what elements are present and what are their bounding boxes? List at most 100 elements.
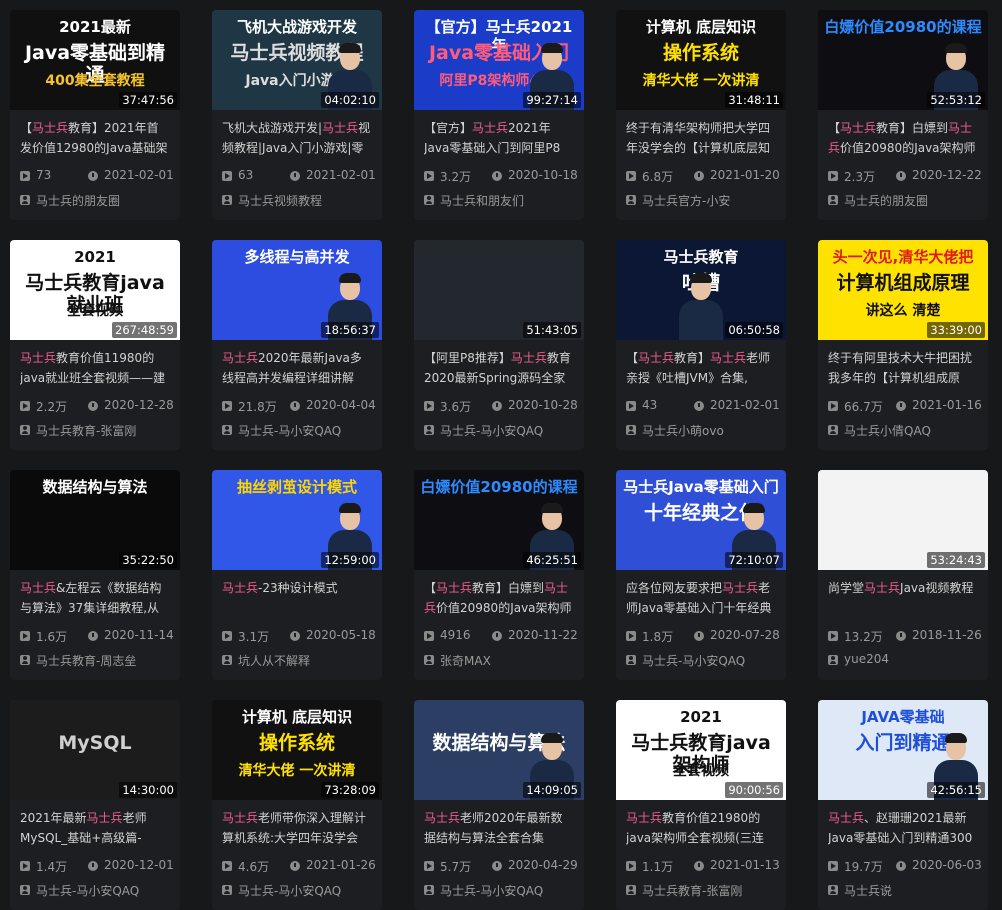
uploader-name[interactable]: 马士兵官方-小安 bbox=[642, 192, 730, 209]
video-title[interactable]: 马士兵教育价值11980的java就业班全套视频——建 bbox=[20, 348, 170, 388]
uploader-name[interactable]: 马士兵说 bbox=[844, 882, 892, 899]
uploader[interactable]: 马士兵小萌ovo bbox=[626, 422, 781, 440]
video-title[interactable]: 【马士兵教育】马士兵老师亲授《吐槽JVM》合集, bbox=[626, 348, 776, 388]
video-card[interactable]: 2021 马士兵教育java就业班 全套视频 267:48:59 马士兵教育价值… bbox=[10, 240, 180, 450]
uploader[interactable]: 马士兵-马小安QAQ bbox=[424, 882, 579, 900]
uploader-name[interactable]: 马士兵小萌ovo bbox=[642, 422, 724, 439]
video-title[interactable]: 【马士兵教育】白嫖到马士兵价值20980的Java架构师 bbox=[424, 578, 574, 618]
uploader-name[interactable]: 马士兵-马小安QAQ bbox=[36, 882, 139, 899]
uploader[interactable]: 马士兵-马小安QAQ bbox=[20, 882, 175, 900]
video-card[interactable]: 2021 马士兵教育java架构师 全套视频 90:00:56 马士兵教育价值2… bbox=[616, 700, 786, 910]
uploader[interactable]: yue204 bbox=[828, 652, 983, 670]
uploader[interactable]: 马士兵-马小安QAQ bbox=[424, 422, 579, 440]
video-title[interactable]: 【官方】马士兵2021年Java零基础入门到阿里P8 bbox=[424, 118, 574, 158]
video-card[interactable]: 计算机 底层知识 操作系统 清华大佬 一次讲清 31:48:11 终于有清华架构… bbox=[616, 10, 786, 220]
video-title[interactable]: 马士兵老师带你深入理解计算机系统:大学四年没学会 bbox=[222, 808, 372, 848]
video-thumbnail[interactable]: 数据结构与算法 14:09:05 bbox=[414, 700, 584, 800]
video-card[interactable]: 头一次见,清华大佬把 计算机组成原理 讲这么 清楚 33:39:00 终于有阿里… bbox=[818, 240, 988, 450]
video-thumbnail[interactable]: 【官方】马士兵2021年 Java零基础入门 阿里P8架构师400 99:27:… bbox=[414, 10, 584, 110]
uploader[interactable]: 马士兵视频教程 bbox=[222, 192, 377, 210]
video-card[interactable]: 数据结构与算法 14:09:05 马士兵老师2020年最新数据结构与算法全套合集… bbox=[414, 700, 584, 910]
uploader[interactable]: 坑人从不解释 bbox=[222, 652, 377, 670]
video-card[interactable]: 白嫖价值20980的课程 46:25:51 【马士兵教育】白嫖到马士兵价值209… bbox=[414, 470, 584, 680]
video-thumbnail[interactable]: 计算机 底层知识 操作系统 清华大佬 一次讲清 31:48:11 bbox=[616, 10, 786, 110]
uploader-name[interactable]: 马士兵的朋友圈 bbox=[36, 192, 120, 209]
uploader[interactable]: 马士兵官方-小安 bbox=[626, 192, 781, 210]
uploader-name[interactable]: 马士兵和朋友们 bbox=[440, 192, 524, 209]
uploader-name[interactable]: 马士兵-马小安QAQ bbox=[238, 882, 341, 899]
video-title[interactable]: 马士兵教育价值21980的java架构师全套视频(三连 bbox=[626, 808, 776, 848]
video-card[interactable]: 数据结构与算法 35:22:50 马士兵&左程云《数据结构与算法》37集详细教程… bbox=[10, 470, 180, 680]
video-card[interactable]: 飞机大战游戏开发 马士兵视频教程 Java入门小游戏 04:02:10 飞机大战… bbox=[212, 10, 382, 220]
uploader[interactable]: 马士兵小倩QAQ bbox=[828, 422, 983, 440]
uploader[interactable]: 马士兵说 bbox=[828, 882, 983, 900]
uploader-name[interactable]: 马士兵-马小安QAQ bbox=[642, 652, 745, 669]
video-thumbnail[interactable]: 白嫖价值20980的课程 46:25:51 bbox=[414, 470, 584, 570]
uploader[interactable]: 张奇MAX bbox=[424, 652, 579, 670]
video-thumbnail[interactable]: 2021 马士兵教育java就业班 全套视频 267:48:59 bbox=[10, 240, 180, 340]
uploader-name[interactable]: 马士兵小倩QAQ bbox=[844, 422, 931, 439]
uploader[interactable]: 马士兵教育-张富刚 bbox=[626, 882, 781, 900]
video-title[interactable]: 马士兵-23种设计模式 bbox=[222, 578, 372, 618]
video-card[interactable]: 2021最新 Java零基础到精通 400集全套教程 37:47:56 【马士兵… bbox=[10, 10, 180, 220]
video-thumbnail[interactable]: JAVA零基础 入门到精通 42:56:15 bbox=[818, 700, 988, 800]
video-title[interactable]: 尚学堂马士兵Java视频教程 bbox=[828, 578, 978, 618]
uploader[interactable]: 马士兵教育-周志垒 bbox=[20, 652, 175, 670]
video-card[interactable]: 抽丝剥茧设计模式 12:59:00 马士兵-23种设计模式 3.1万 2020-… bbox=[212, 470, 382, 680]
video-title[interactable]: 马士兵&左程云《数据结构与算法》37集详细教程,从 bbox=[20, 578, 170, 618]
uploader-name[interactable]: 张奇MAX bbox=[440, 652, 491, 669]
video-title[interactable]: 终于有阿里技术大牛把困扰我多年的【计算机组成原 bbox=[828, 348, 978, 388]
video-card[interactable]: 马士兵Java零基础入门 十年经典之作 72:10:07 应各位网友要求把马士兵… bbox=[616, 470, 786, 680]
uploader-name[interactable]: 马士兵教育-周志垒 bbox=[36, 652, 136, 669]
video-thumbnail[interactable]: 飞机大战游戏开发 马士兵视频教程 Java入门小游戏 04:02:10 bbox=[212, 10, 382, 110]
uploader[interactable]: 马士兵-马小安QAQ bbox=[626, 652, 781, 670]
uploader-name[interactable]: 马士兵的朋友圈 bbox=[844, 192, 928, 209]
video-card[interactable]: 53:24:43 尚学堂马士兵Java视频教程 13.2万 2018-11-26… bbox=[818, 470, 988, 680]
video-thumbnail[interactable]: 53:24:43 bbox=[818, 470, 988, 570]
uploader-name[interactable]: 坑人从不解释 bbox=[238, 652, 310, 669]
video-card[interactable]: 计算机 底层知识 操作系统 清华大佬 一次讲清 73:28:09 马士兵老师带你… bbox=[212, 700, 382, 910]
video-thumbnail[interactable]: 白嫖价值20980的课程 52:53:12 bbox=[818, 10, 988, 110]
uploader[interactable]: 马士兵的朋友圈 bbox=[828, 192, 983, 210]
video-thumbnail[interactable]: 抽丝剥茧设计模式 12:59:00 bbox=[212, 470, 382, 570]
video-card[interactable]: JAVA零基础 入门到精通 42:56:15 马士兵、赵珊珊2021最新Java… bbox=[818, 700, 988, 910]
video-thumbnail[interactable]: 2021最新 Java零基础到精通 400集全套教程 37:47:56 bbox=[10, 10, 180, 110]
video-title[interactable]: 2021年最新马士兵老师MySQL_基础+高级篇- bbox=[20, 808, 170, 848]
video-card[interactable]: MySQL 14:30:00 2021年最新马士兵老师MySQL_基础+高级篇-… bbox=[10, 700, 180, 910]
video-thumbnail[interactable]: 头一次见,清华大佬把 计算机组成原理 讲这么 清楚 33:39:00 bbox=[818, 240, 988, 340]
video-title[interactable]: 马士兵老师2020年最新数据结构与算法全套合集 bbox=[424, 808, 574, 848]
video-thumbnail[interactable]: 数据结构与算法 35:22:50 bbox=[10, 470, 180, 570]
video-card[interactable]: 白嫖价值20980的课程 52:53:12 【马士兵教育】白嫖到马士兵价值209… bbox=[818, 10, 988, 220]
uploader-name[interactable]: yue204 bbox=[844, 652, 889, 666]
uploader[interactable]: 马士兵的朋友圈 bbox=[20, 192, 175, 210]
video-card[interactable]: 多线程与高并发 18:56:37 马士兵2020年最新Java多线程高并发编程详… bbox=[212, 240, 382, 450]
uploader-name[interactable]: 马士兵视频教程 bbox=[238, 192, 322, 209]
uploader-name[interactable]: 马士兵-马小安QAQ bbox=[440, 882, 543, 899]
video-thumbnail[interactable]: MySQL 14:30:00 bbox=[10, 700, 180, 800]
video-thumbnail[interactable]: 2021 马士兵教育java架构师 全套视频 90:00:56 bbox=[616, 700, 786, 800]
video-title[interactable]: 【马士兵教育】2021年首发价值12980的Java基础架构 bbox=[20, 118, 170, 158]
uploader[interactable]: 马士兵-马小安QAQ bbox=[222, 882, 377, 900]
video-title[interactable]: 飞机大战游戏开发|马士兵视频教程|Java入门小游戏|零 bbox=[222, 118, 372, 158]
video-card[interactable]: 51:43:05 【阿里P8推荐】马士兵教育2020最新Spring源码全家桶 … bbox=[414, 240, 584, 450]
video-title[interactable]: 马士兵2020年最新Java多线程高并发编程详细讲解 bbox=[222, 348, 372, 388]
uploader-name[interactable]: 马士兵教育-张富刚 bbox=[36, 422, 136, 439]
uploader[interactable]: 马士兵-马小安QAQ bbox=[222, 422, 377, 440]
video-thumbnail[interactable]: 多线程与高并发 18:56:37 bbox=[212, 240, 382, 340]
video-title[interactable]: 应各位网友要求把马士兵老师Java零基础入门十年经典 bbox=[626, 578, 776, 618]
video-title[interactable]: 【阿里P8推荐】马士兵教育2020最新Spring源码全家桶 bbox=[424, 348, 574, 388]
video-card[interactable]: 马士兵教育 吐槽 JVM 06:50:58 【马士兵教育】马士兵老师亲授《吐槽J… bbox=[616, 240, 786, 450]
uploader-name[interactable]: 马士兵教育-张富刚 bbox=[642, 882, 742, 899]
video-card[interactable]: 【官方】马士兵2021年 Java零基础入门 阿里P8架构师400 99:27:… bbox=[414, 10, 584, 220]
video-thumbnail[interactable]: 计算机 底层知识 操作系统 清华大佬 一次讲清 73:28:09 bbox=[212, 700, 382, 800]
uploader-name[interactable]: 马士兵-马小安QAQ bbox=[440, 422, 543, 439]
video-title[interactable]: 终于有清华架构师把大学四年没学会的【计算机底层知 bbox=[626, 118, 776, 158]
video-thumbnail[interactable]: 51:43:05 bbox=[414, 240, 584, 340]
video-title[interactable]: 【马士兵教育】白嫖到马士兵价值20980的Java架构师 bbox=[828, 118, 978, 158]
uploader[interactable]: 马士兵教育-张富刚 bbox=[20, 422, 175, 440]
video-thumbnail[interactable]: 马士兵教育 吐槽 JVM 06:50:58 bbox=[616, 240, 786, 340]
video-thumbnail[interactable]: 马士兵Java零基础入门 十年经典之作 72:10:07 bbox=[616, 470, 786, 570]
video-title[interactable]: 马士兵、赵珊珊2021最新Java零基础入门到精通300 bbox=[828, 808, 978, 848]
uploader[interactable]: 马士兵和朋友们 bbox=[424, 192, 579, 210]
uploader-name[interactable]: 马士兵-马小安QAQ bbox=[238, 422, 341, 439]
